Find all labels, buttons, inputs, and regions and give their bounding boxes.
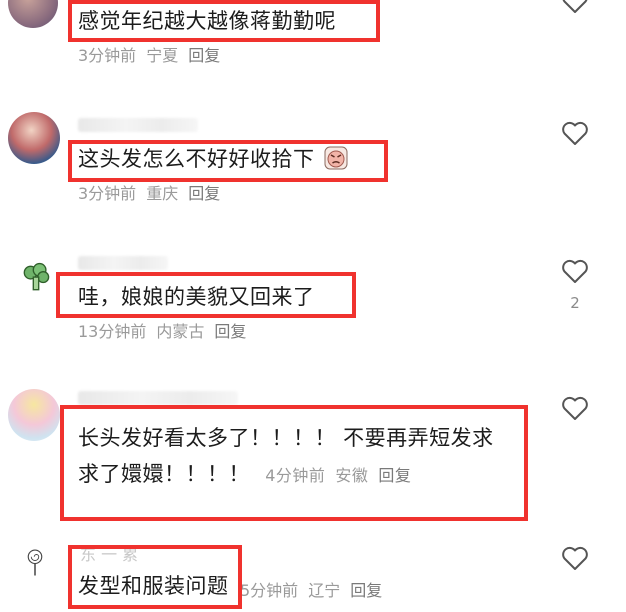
comment-location: 重庆 (146, 184, 179, 203)
comment-time: 13分钟前 (78, 322, 147, 341)
reply-button[interactable]: 回复 (350, 581, 382, 600)
highlight-box (60, 405, 528, 521)
comment-location: 辽宁 (308, 581, 341, 600)
avatar[interactable] (8, 112, 60, 164)
like-count: 2 (570, 294, 580, 312)
comment-meta: 3分钟前 宁夏 回复 (78, 42, 230, 66)
comment-item: 哇，娘娘的美貌又回来了 13分钟前 内蒙古 回复 2 (0, 250, 626, 350)
comment-time: 5分钟前 (240, 581, 299, 600)
comment-time: 3分钟前 (78, 184, 137, 203)
broccoli-avatar-icon[interactable] (18, 260, 54, 296)
heart-outline-icon[interactable] (560, 0, 590, 16)
comment-meta: 3分钟前 重庆 回复 (78, 180, 230, 204)
comment-meta: 5分钟前 辽宁 回复 (240, 577, 392, 601)
heart-outline-icon[interactable] (560, 118, 590, 148)
comment-meta: 13分钟前 内蒙古 回复 (78, 318, 256, 342)
username-blurred (78, 256, 168, 270)
comment-item: 长头发好看太多了！！！！ 不要再弄短发求 求了嬛嬛！！！！ 4分钟前 安徽 回复 (0, 385, 626, 525)
reply-button[interactable]: 回复 (188, 184, 220, 203)
reply-button[interactable]: 回复 (188, 46, 220, 65)
highlight-box (68, 0, 380, 42)
comment-item: 这头发怎么不好好收拾下 3分钟前 重庆 回复 (0, 110, 626, 210)
comment-location: 内蒙古 (156, 322, 205, 341)
comment-time: 3分钟前 (78, 46, 137, 65)
heart-outline-icon[interactable] (560, 393, 590, 423)
highlight-box (68, 545, 242, 609)
highlight-box (68, 140, 388, 182)
username-blurred (78, 391, 238, 405)
avatar[interactable] (8, 389, 60, 441)
heart-outline-icon[interactable] (560, 256, 590, 286)
reply-button[interactable]: 回复 (214, 322, 246, 341)
highlight-box (56, 272, 356, 318)
avatar[interactable] (8, 0, 58, 28)
comment-item: 感觉年纪越大越像蒋勤勤呢 3分钟前 宁夏 回复 (0, 0, 626, 70)
heart-outline-icon[interactable] (560, 543, 590, 573)
comment-location: 宁夏 (146, 46, 179, 65)
comment-item: 东 一 累 发型和服装问题 5分钟前 辽宁 回复 (0, 535, 626, 612)
username-blurred (78, 118, 198, 132)
lollipop-avatar-icon[interactable] (20, 545, 50, 579)
